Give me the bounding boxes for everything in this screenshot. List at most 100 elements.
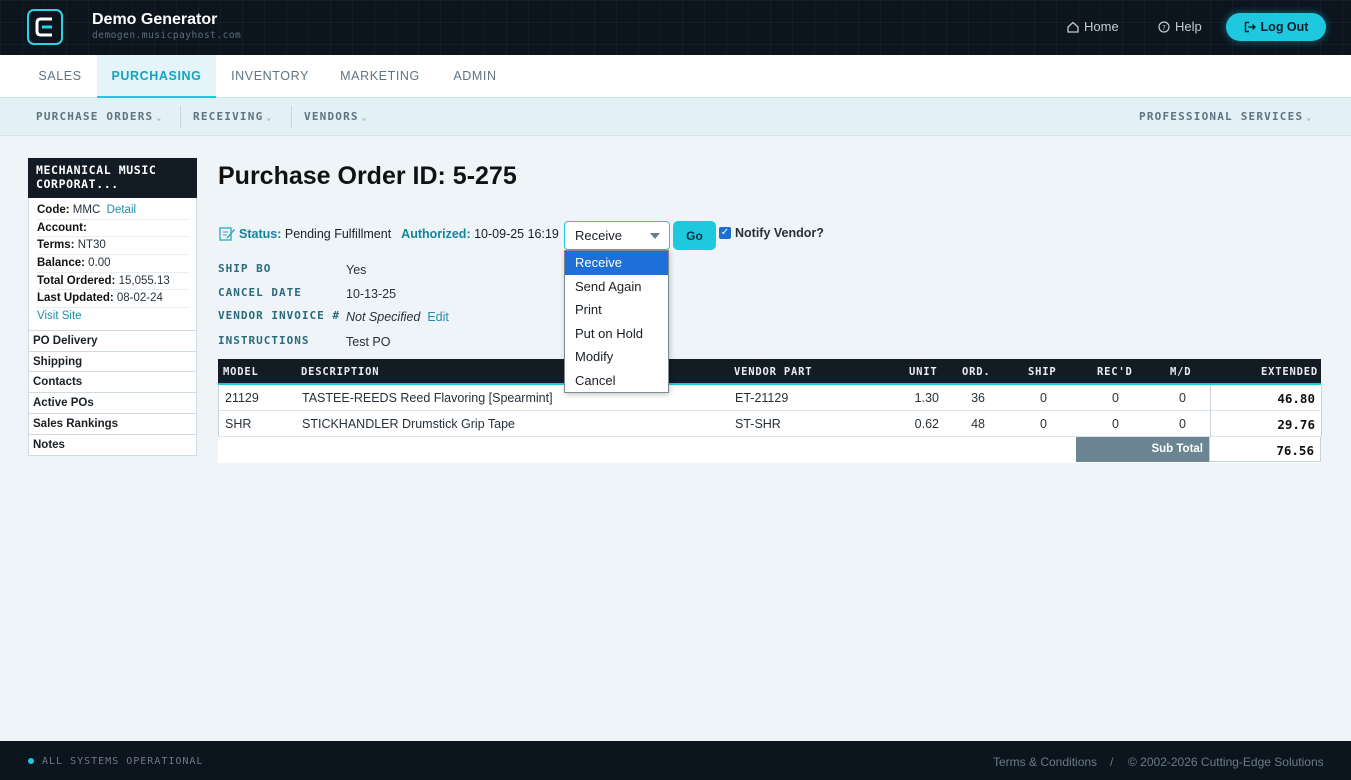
dropdown-option-put-on-hold[interactable]: Put on Hold — [565, 322, 668, 346]
cancel-date-value: 10-13-25 — [346, 287, 397, 301]
row-recd: 0 — [1112, 417, 1119, 431]
status-line: Status: Pending Fulfillment Authorized: … — [219, 226, 559, 242]
status-dot-icon — [28, 758, 34, 764]
sidebar-section-sales-rankings[interactable]: Sales Rankings — [28, 414, 197, 435]
help-link[interactable]: ? Help — [1158, 19, 1202, 34]
po-action-selected: Receive — [575, 228, 622, 243]
edit-status-icon[interactable] — [219, 226, 236, 242]
dropdown-option-modify[interactable]: Modify — [565, 345, 668, 369]
col-ord: ORD. — [962, 366, 991, 378]
subnav-professional-services-label: PROFESSIONAL SERVICES — [1139, 110, 1304, 123]
system-status: ALL SYSTEMS OPERATIONAL — [42, 756, 204, 767]
subnav-receiving[interactable]: RECEIVING ⌄ — [193, 110, 272, 123]
copyright: © 2002-2026 Cutting-Edge Solutions — [1128, 755, 1324, 769]
help-label: Help — [1175, 19, 1202, 34]
help-icon: ? — [1158, 20, 1170, 33]
notify-vendor[interactable]: ✓ Notify Vendor? — [719, 226, 824, 240]
sidebar-section-notes[interactable]: Notes — [28, 434, 197, 456]
footer-separator: / — [1110, 755, 1114, 769]
row-unit: 0.62 — [914, 417, 939, 431]
row-vendor-part: ST-SHR — [735, 417, 781, 431]
subnav-vendors[interactable]: VENDORS ⌄ — [304, 110, 368, 123]
subtotal-value: 76.56 — [1276, 443, 1314, 458]
logout-icon — [1244, 21, 1256, 33]
subtotal-cell: 76.56 — [1209, 437, 1321, 462]
po-line-items-table: MODEL DESCRIPTION VENDOR PART UNIT ORD. … — [218, 359, 1322, 463]
code-label: Code: — [37, 204, 70, 216]
col-md: M/D — [1170, 366, 1192, 378]
footer: ALL SYSTEMS OPERATIONAL Terms & Conditio… — [0, 741, 1351, 780]
col-ship: SHIP — [1028, 366, 1057, 378]
po-action-dropdown: Receive Send Again Print Put on Hold Mod… — [564, 250, 669, 393]
dropdown-arrow-icon — [650, 233, 660, 239]
subnav-purchase-orders[interactable]: PURCHASE ORDERS ⌄ — [36, 110, 162, 123]
tab-admin[interactable]: ADMIN — [445, 55, 505, 98]
last-updated-value: 08-02-24 — [116, 292, 163, 305]
ship-bo-value: Yes — [346, 263, 367, 277]
subnav-receiving-label: RECEIVING — [193, 110, 264, 123]
row-description-link[interactable]: STICKHANDLER Drumstick Grip Tape — [302, 417, 515, 431]
instructions-value: Test PO — [346, 335, 391, 349]
ship-bo-label: SHIP BO — [218, 262, 272, 275]
terms-link[interactable]: Terms & Conditions — [993, 755, 1097, 769]
subnav-purchase-orders-label: PURCHASE ORDERS — [36, 110, 154, 123]
vendor-invoice-label: VENDOR INVOICE # — [218, 309, 340, 322]
last-updated-label: Last Updated: — [37, 292, 114, 305]
dropdown-option-send-again[interactable]: Send Again — [565, 275, 668, 299]
divider — [180, 106, 181, 128]
subtotal-label: Sub Total — [1076, 437, 1209, 462]
dropdown-option-cancel[interactable]: Cancel — [565, 369, 668, 393]
tab-purchasing[interactable]: PURCHASING — [97, 55, 216, 98]
vendor-sidebar: MECHANICAL MUSIC CORPORAT... Code: MMC D… — [28, 158, 197, 456]
total-ordered-label: Total Ordered: — [37, 274, 116, 287]
visit-site-link[interactable]: Visit Site — [37, 310, 82, 322]
tab-sales[interactable]: SALES — [28, 55, 92, 98]
row-model-link[interactable]: SHR — [225, 417, 251, 431]
row-ship: 0 — [1040, 417, 1047, 431]
logout-label: Log Out — [1260, 20, 1309, 34]
balance-value: 0.00 — [88, 257, 111, 270]
sidebar-section-po-delivery[interactable]: PO Delivery — [28, 330, 197, 352]
home-icon — [1067, 21, 1079, 33]
dropdown-option-receive[interactable]: Receive — [565, 251, 668, 275]
vendor-invoice-edit-link[interactable]: Edit — [427, 310, 449, 324]
chevron-down-icon: ⌄ — [266, 113, 273, 122]
top-header: Demo Generator demogen.musicpayhost.com … — [0, 0, 1351, 55]
row-md: 0 — [1179, 391, 1186, 405]
divider — [291, 106, 292, 128]
subtotal-row: Sub Total 76.56 — [218, 437, 1321, 463]
subnav-professional-services[interactable]: PROFESSIONAL SERVICES ⌄ — [1139, 110, 1312, 123]
code-value: MMC — [72, 204, 101, 216]
row-description-link[interactable]: TASTEE-REEDS Reed Flavoring [Spearmint] — [302, 391, 553, 405]
app-logo-icon[interactable] — [27, 9, 63, 45]
tab-marketing[interactable]: MARKETING — [333, 55, 427, 98]
brand-title: Demo Generator — [92, 11, 218, 28]
col-recd: REC'D — [1097, 366, 1133, 378]
row-vendor-part: ET-21129 — [735, 391, 789, 405]
vendor-invoice-value-wrap: Not Specified Edit — [346, 310, 449, 324]
po-action-select[interactable]: Receive — [564, 221, 670, 250]
detail-link[interactable]: Detail — [107, 204, 136, 216]
notify-vendor-checkbox[interactable]: ✓ — [719, 227, 731, 239]
go-button[interactable]: Go — [673, 221, 716, 250]
sidebar-section-contacts[interactable]: Contacts — [28, 372, 197, 394]
tab-inventory[interactable]: INVENTORY — [222, 55, 318, 98]
authorized-label: Authorized: — [401, 227, 471, 241]
instructions-label: INSTRUCTIONS — [218, 334, 310, 347]
row-ord: 36 — [971, 391, 985, 405]
sidebar-section-active-pos[interactable]: Active POs — [28, 393, 197, 414]
row-extended-cell: 46.80 — [1210, 385, 1322, 411]
row-model-link[interactable]: 21129 — [225, 391, 259, 405]
brand-subdomain: demogen.musicpayhost.com — [92, 30, 242, 41]
home-link[interactable]: Home — [1067, 19, 1119, 34]
status-value: Pending Fulfillment — [284, 227, 392, 241]
page-title: Purchase Order ID: 5-275 — [218, 162, 517, 190]
row-ord: 48 — [971, 417, 985, 431]
terms-label: Terms: — [37, 239, 75, 252]
dropdown-option-print[interactable]: Print — [565, 298, 668, 322]
total-ordered-value: 15,055.13 — [118, 274, 170, 287]
sidebar-section-shipping[interactable]: Shipping — [28, 351, 197, 373]
col-extended: EXTENDED — [1261, 366, 1318, 378]
notify-vendor-label: Notify Vendor? — [735, 226, 824, 240]
logout-button[interactable]: Log Out — [1226, 13, 1326, 41]
